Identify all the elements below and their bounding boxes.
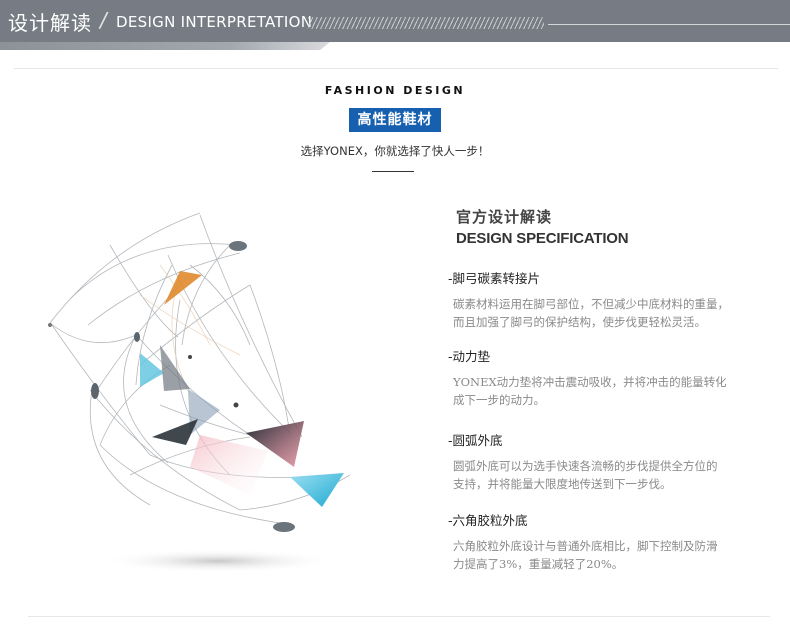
- feature-description: YONEX动力垫将冲击震动吸收，并将冲击的能量转化 成下一步的动力。: [453, 373, 768, 409]
- node-small-2: [188, 355, 192, 359]
- tagline: 选择YONEX，你就选择了快人一步！: [300, 144, 490, 158]
- pink-haze: [190, 435, 268, 495]
- desc-line: 成下一步的动力。: [453, 393, 545, 407]
- spec-title-en: DESIGN SPECIFICATION: [456, 230, 629, 247]
- abstract-network-illustration: [48, 212, 351, 573]
- desc-line: 而且加强了脚弓的保护结构，使步伐更轻松灵活。: [453, 315, 706, 329]
- header-line: [548, 24, 790, 25]
- feature-hexagrip-sole: -六角胶粒外底 六角胶粒外底设计与普通外底相比，脚下控制及防滑 力提高了3%，重…: [448, 510, 768, 573]
- fashion-design-label: FASHION DESIGN: [324, 84, 466, 97]
- divider-top: [14, 68, 778, 69]
- feature-title: -脚弓碳素转接片: [448, 271, 541, 286]
- header-tab-accent: [0, 42, 330, 50]
- feature-arch-carbon: -脚弓碳素转接片 碳素材料运用在脚弓部位，不但减少中底材料的重量， 而且加强了脚…: [448, 268, 768, 331]
- node-top: [229, 241, 247, 251]
- feature-title: -圆弧外底: [448, 433, 503, 448]
- node-small: [233, 402, 239, 408]
- dark-shard: [152, 419, 198, 445]
- section-subtitle: DESIGN INTERPRETATION: [116, 13, 313, 31]
- feature-title: -动力垫: [448, 349, 491, 364]
- node-left: [91, 383, 99, 399]
- short-divider: [372, 171, 414, 172]
- desc-line: 碳素材料运用在脚弓部位，不但减少中底材料的重量，: [453, 297, 729, 311]
- header-bar: 设计解读 / DESIGN INTERPRETATION: [0, 0, 790, 42]
- node-tip: [48, 323, 52, 327]
- cyan-shard-left: [140, 353, 164, 387]
- spec-title-cn: 官方设计解读: [456, 208, 553, 226]
- desc-line: 支持，并将能量大限度地传送到下一步伐。: [453, 477, 672, 491]
- feature-power-cushion: -动力垫 YONEX动力垫将冲击震动吸收，并将冲击的能量转化 成下一步的动力。: [448, 346, 768, 409]
- node-bottom: [273, 522, 295, 532]
- feature-description: 圆弧外底可以为选手快速各流畅的步伐提供全方位的 支持，并将能量大限度地传送到下一…: [453, 457, 768, 493]
- section-title: 设计解读: [8, 11, 92, 35]
- cyan-shard-right: [290, 473, 344, 507]
- decorative-stripes: [308, 17, 544, 29]
- desc-line: 六角胶粒外底设计与普通外底相比，脚下控制及防滑: [453, 539, 718, 553]
- feature-description: 碳素材料运用在脚弓部位，不但减少中底材料的重量， 而且加强了脚弓的保护结构，使步…: [453, 295, 768, 331]
- desc-line: 圆弧外底可以为选手快速各流畅的步伐提供全方位的: [453, 459, 718, 473]
- material-badge: 高性能鞋材: [349, 108, 441, 132]
- ground-shadow: [100, 549, 336, 573]
- divider-bottom: [28, 616, 770, 617]
- desc-line: 力提高了3%，重量减轻了20%。: [453, 557, 624, 571]
- feature-title: -六角胶粒外底: [448, 513, 528, 528]
- feature-round-sole: -圆弧外底 圆弧外底可以为选手快速各流畅的步伐提供全方位的 支持，并将能量大限度…: [448, 430, 768, 493]
- feature-description: 六角胶粒外底设计与普通外底相比，脚下控制及防滑 力提高了3%，重量减轻了20%。: [453, 537, 768, 573]
- node-mid: [134, 332, 140, 342]
- desc-line: YONEX动力垫将冲击震动吸收，并将冲击的能量转化: [453, 375, 727, 389]
- title-divider: /: [100, 8, 107, 32]
